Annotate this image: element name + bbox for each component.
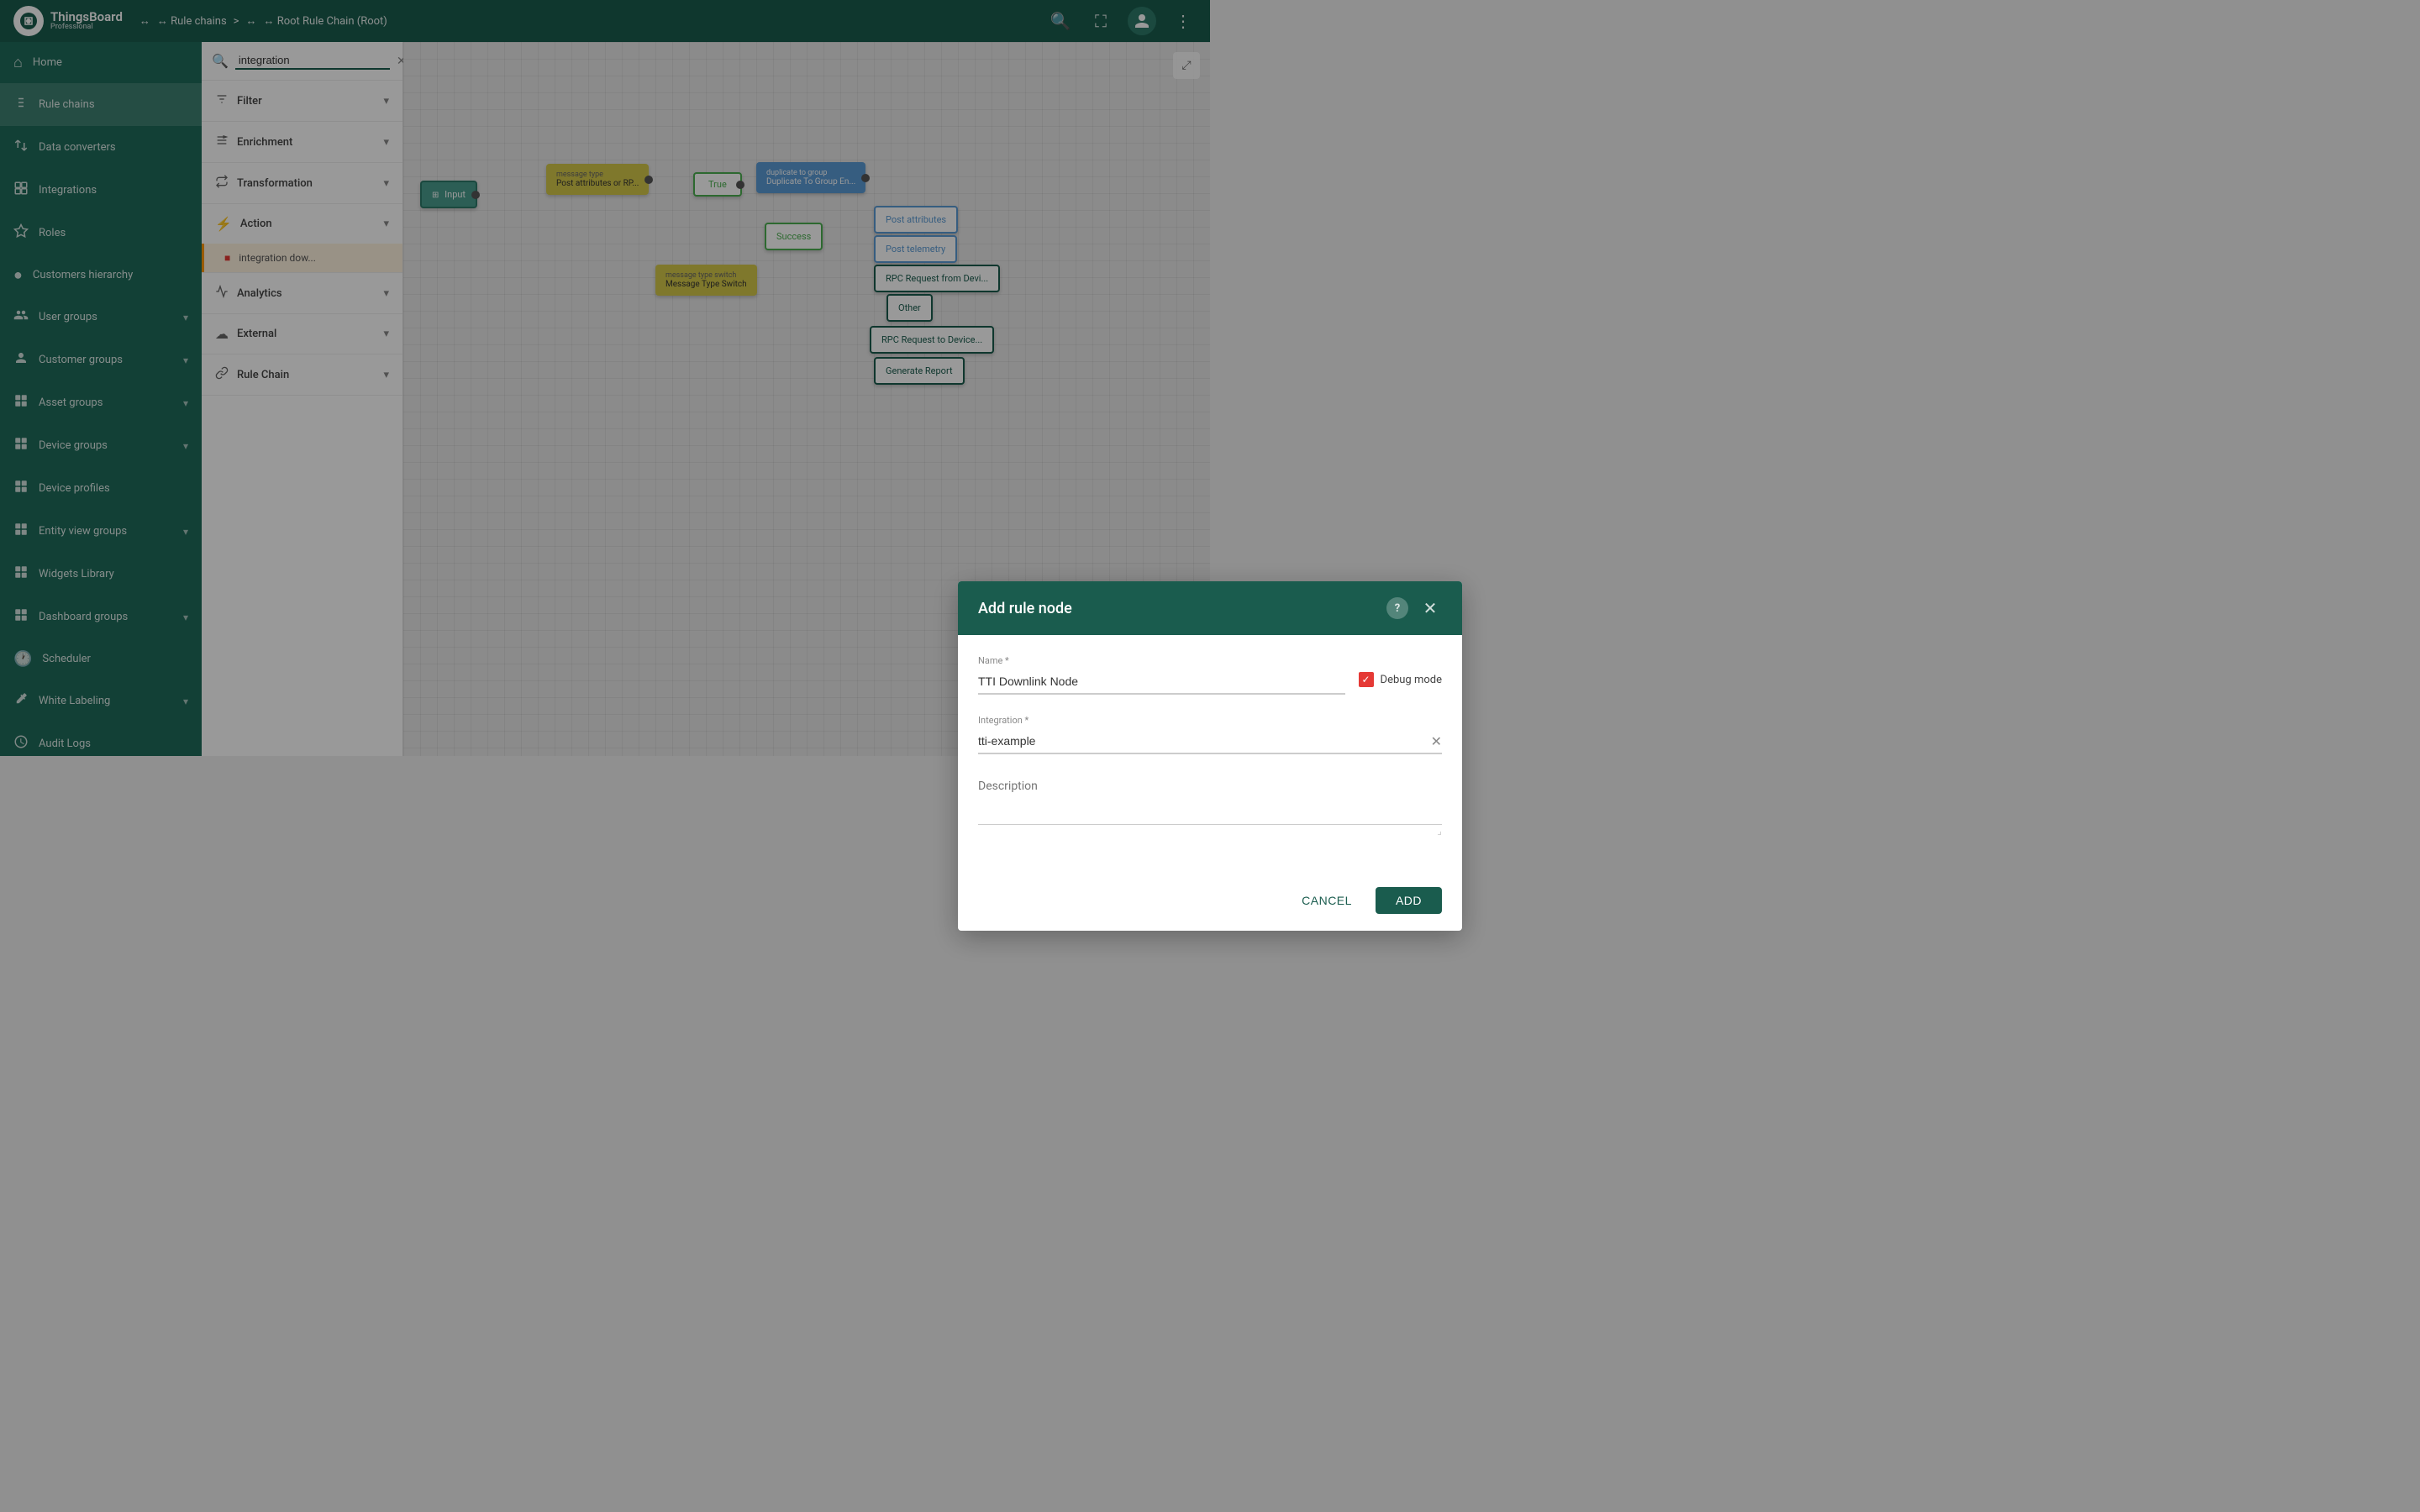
description-textarea[interactable] bbox=[978, 774, 1442, 825]
form-row-integration: Integration * ✕ bbox=[978, 715, 1442, 754]
modal-title: Add rule node bbox=[978, 600, 1072, 617]
form-row-name-debug: Name * ✓ Debug mode bbox=[978, 655, 1442, 695]
modal-help-button[interactable]: ? bbox=[1386, 597, 1408, 619]
modal-close-icon: ✕ bbox=[1423, 598, 1438, 618]
name-label: Name * bbox=[978, 655, 1345, 666]
modal-header: Add rule node ? ✕ bbox=[958, 581, 1462, 635]
cancel-button[interactable]: Cancel bbox=[1288, 887, 1365, 914]
add-button[interactable]: Add bbox=[1376, 887, 1442, 914]
integration-label: Integration * bbox=[978, 715, 1442, 726]
debug-mode-label: Debug mode bbox=[1381, 674, 1442, 686]
name-field: Name * bbox=[978, 655, 1345, 695]
integration-input[interactable] bbox=[978, 729, 1431, 753]
debug-mode-section: ✓ Debug mode bbox=[1359, 655, 1442, 687]
resize-handle: ⌟ bbox=[978, 825, 1442, 837]
modal-overlay: Add rule node ? ✕ Name * ✓ Debug mode bbox=[0, 0, 2420, 1512]
modal-footer: Cancel Add bbox=[958, 877, 1462, 931]
form-row-description: ⌟ bbox=[978, 774, 1442, 837]
integration-input-wrapper: ✕ bbox=[978, 729, 1442, 754]
modal-body: Name * ✓ Debug mode Integration * ✕ ⌟ bbox=[958, 635, 1462, 877]
name-input[interactable] bbox=[978, 669, 1345, 695]
integration-clear-button[interactable]: ✕ bbox=[1431, 733, 1442, 749]
add-rule-node-modal: Add rule node ? ✕ Name * ✓ Debug mode bbox=[958, 581, 1462, 931]
modal-close-button[interactable]: ✕ bbox=[1418, 596, 1442, 620]
debug-mode-checkbox[interactable]: ✓ bbox=[1359, 672, 1374, 687]
modal-header-actions: ? ✕ bbox=[1386, 596, 1442, 620]
